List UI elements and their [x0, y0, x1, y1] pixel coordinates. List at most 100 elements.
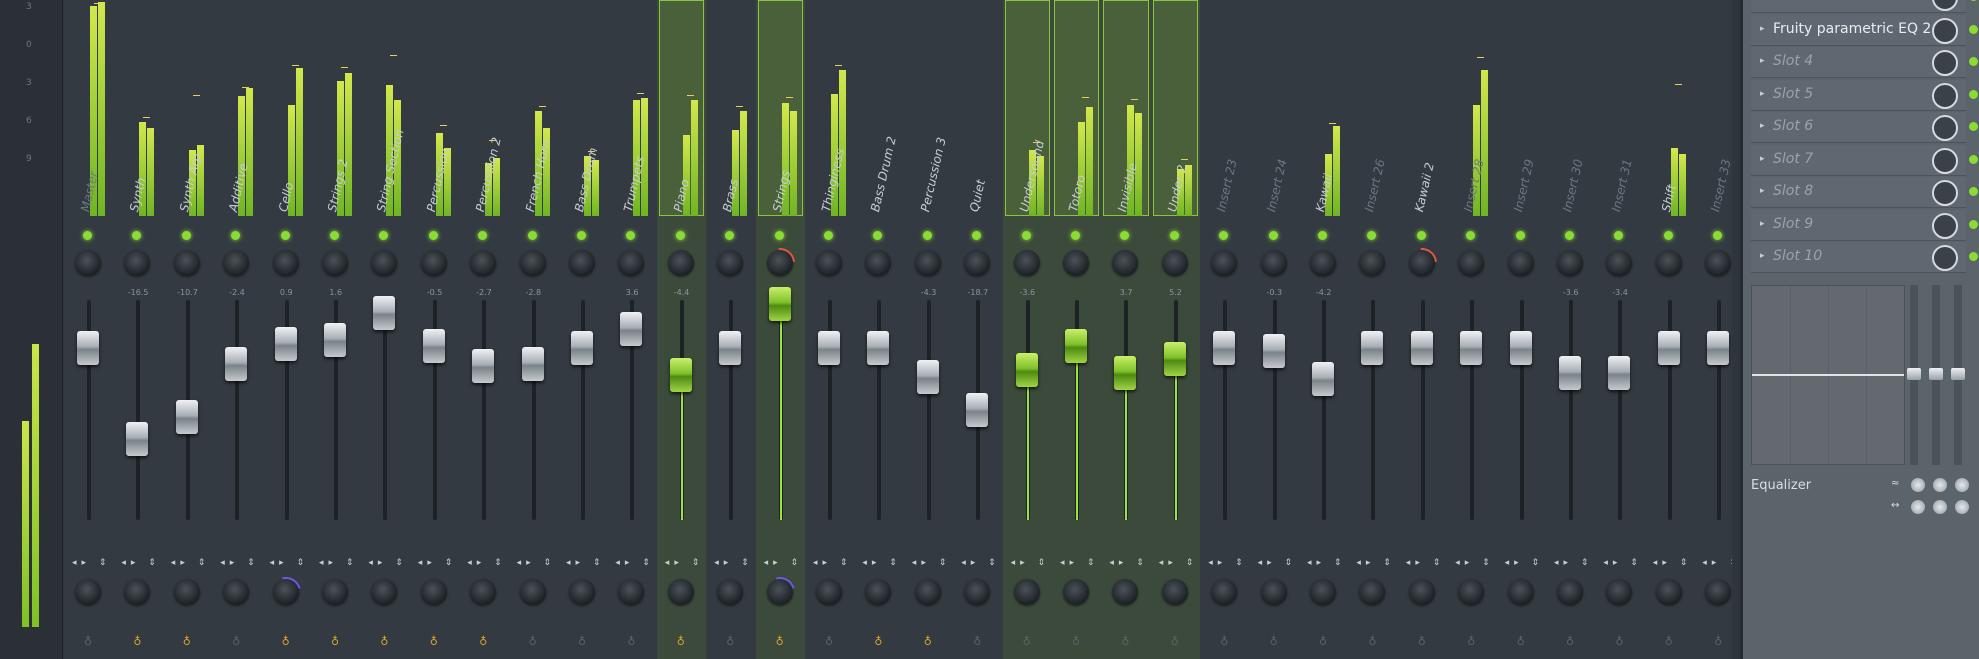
track-enable-led[interactable]	[1268, 231, 1278, 240]
route-to-master-icon[interactable]: ♁	[1220, 635, 1230, 648]
swap-arrows-icon[interactable]: ◂▸ ⇕	[1554, 558, 1593, 568]
swap-arrows-icon[interactable]: ◂▸ ⇕	[961, 558, 1000, 568]
mixer-track[interactable]: Totoro ◂▸ ⇕ ♁	[1052, 0, 1103, 659]
effect-slot-name[interactable]: Slot 10	[1773, 248, 1822, 264]
slot-enable-led[interactable]	[1969, 154, 1978, 164]
route-to-master-icon[interactable]: ♁	[924, 635, 934, 648]
volume-fader[interactable]	[1312, 362, 1334, 397]
stereo-separation-knob[interactable]	[124, 579, 151, 605]
pan-knob[interactable]	[124, 250, 151, 276]
swap-arrows-icon[interactable]: ◂▸ ⇕	[467, 558, 506, 568]
swap-arrows-icon[interactable]: ◂▸ ⇕	[1653, 558, 1692, 568]
pan-knob[interactable]	[1507, 250, 1534, 276]
expand-arrow-icon[interactable]: ▸	[1760, 0, 1765, 1]
track-enable-led[interactable]	[1120, 231, 1130, 240]
pan-knob[interactable]	[667, 250, 694, 276]
swap-arrows-icon[interactable]: ◂▸ ⇕	[319, 558, 358, 568]
volume-fader[interactable]	[1559, 355, 1581, 390]
pan-knob[interactable]	[914, 250, 941, 276]
route-to-master-icon[interactable]: ♁	[1171, 635, 1181, 648]
stereo-separation-knob[interactable]	[569, 579, 595, 605]
pan-knob[interactable]	[1310, 250, 1336, 276]
swap-arrows-icon[interactable]: ◂▸ ⇕	[1011, 558, 1050, 568]
volume-fader[interactable]	[571, 331, 593, 366]
pan-knob[interactable]	[964, 250, 991, 276]
mixer-track[interactable]: Percussion 2 -2.7 ◂▸ ⇕ ♁	[459, 0, 510, 659]
track-enable-led[interactable]	[1713, 231, 1723, 240]
stereo-separation-knob[interactable]	[816, 579, 842, 605]
eq-knob-2[interactable]	[1933, 478, 1947, 492]
eq-band-fader-1[interactable]	[1907, 285, 1921, 465]
track-enable-led[interactable]	[725, 231, 735, 240]
mixer-track[interactable]: Kawaii -4.2 ◂▸ ⇕ ♁	[1299, 0, 1350, 659]
stereo-separation-knob[interactable]	[1260, 579, 1287, 605]
route-to-master-icon[interactable]: ♁	[380, 635, 390, 648]
route-to-master-icon[interactable]: ♁	[1517, 635, 1527, 648]
track-enable-led[interactable]	[231, 231, 241, 240]
pan-knob[interactable]	[519, 250, 546, 276]
volume-fader[interactable]	[1608, 355, 1631, 390]
mixer-track[interactable]: Additive -2.4 ◂▸ ⇕ ♁	[212, 0, 263, 659]
mixer-track[interactable]: Insert 33◂▸ ⇕♁	[1694, 0, 1732, 659]
effect-slot-name[interactable]: Slot 4	[1773, 53, 1813, 69]
track-enable-led[interactable]	[1219, 231, 1229, 240]
volume-fader[interactable]	[472, 349, 495, 383]
expand-arrow-icon[interactable]: ▸	[1760, 251, 1765, 261]
eq-knob-4[interactable]	[1911, 500, 1925, 514]
volume-fader[interactable]	[1163, 342, 1186, 377]
route-to-master-icon[interactable]: ♁	[1072, 635, 1082, 648]
pan-knob[interactable]	[618, 250, 645, 276]
pan-knob[interactable]	[816, 250, 842, 276]
stereo-separation-knob[interactable]	[1557, 579, 1583, 605]
equalizer-display[interactable]	[1751, 285, 1905, 465]
mixer-track[interactable]: Thinginess ◂▸ ⇕ ♁	[805, 0, 856, 659]
mix-level-knob[interactable]	[1932, 82, 1958, 109]
swap-arrows-icon[interactable]: ◂▸ ⇕	[1109, 558, 1148, 568]
mixer-track[interactable]: Trumpets 3.6 ◂▸ ⇕ ♁	[607, 0, 658, 659]
mix-level-knob[interactable]	[1932, 245, 1958, 271]
stereo-separation-knob[interactable]	[1310, 579, 1336, 605]
volume-fader[interactable]	[324, 322, 346, 357]
volume-fader[interactable]	[669, 357, 692, 392]
effect-slot[interactable]: ▸ Slot 10	[1751, 242, 1978, 273]
pan-knob[interactable]	[1705, 250, 1732, 276]
mixer-track[interactable]: Cello 0.9 ◂▸ ⇕ ♁	[261, 0, 312, 659]
swap-arrows-icon[interactable]: ◂▸ ⇕	[1505, 558, 1544, 568]
pan-knob[interactable]	[1211, 250, 1238, 276]
track-enable-led[interactable]	[1169, 231, 1179, 240]
swap-arrows-icon[interactable]: ◂▸ ⇕	[368, 558, 407, 568]
mixer-track[interactable]: Insert 29 ◂▸ ⇕ ♁	[1496, 0, 1547, 659]
stereo-separation-knob[interactable]	[865, 579, 892, 605]
effect-slot[interactable]: ▸ Slot 5	[1751, 79, 1978, 111]
swap-arrows-icon[interactable]: ◂▸ ⇕	[418, 558, 457, 568]
volume-fader[interactable]	[1509, 331, 1532, 366]
volume-fader[interactable]	[719, 331, 742, 366]
track-enable-led[interactable]	[379, 231, 389, 240]
route-to-master-icon[interactable]: ♁	[627, 635, 637, 648]
volume-fader[interactable]	[225, 346, 248, 381]
route-to-master-icon[interactable]: ♁	[825, 635, 835, 648]
pan-knob[interactable]	[1458, 250, 1485, 276]
stereo-separation-knob[interactable]	[618, 579, 645, 605]
track-enable-led[interactable]	[1614, 231, 1624, 240]
swap-arrows-icon[interactable]: ◂▸ ⇕	[1702, 558, 1732, 568]
mixer-track[interactable]: Insert 28 ◂▸ ⇕ ♁	[1447, 0, 1498, 659]
pan-knob[interactable]	[322, 250, 348, 276]
route-to-master-icon[interactable]: ♁	[1121, 635, 1131, 648]
stereo-separation-knob[interactable]	[1161, 579, 1188, 605]
route-to-master-icon[interactable]: ♁	[1665, 635, 1675, 648]
mixer-track[interactable]: Strings 2 1.6 ◂▸ ⇕ ♁	[311, 0, 362, 659]
stereo-separation-knob[interactable]	[1705, 579, 1732, 605]
effect-slot[interactable]: ▸ Slot 7	[1751, 144, 1978, 176]
track-enable-led[interactable]	[873, 231, 883, 240]
expand-arrow-icon[interactable]: ▸	[1760, 121, 1765, 131]
stereo-separation-knob[interactable]	[914, 579, 941, 605]
slot-enable-led[interactable]	[1969, 89, 1978, 99]
pan-knob[interactable]	[758, 241, 801, 285]
stereo-separation-knob[interactable]	[420, 579, 447, 605]
mixer-track[interactable]: Synth Arp -10.7 ◂▸ ⇕ ♁	[162, 0, 214, 659]
swap-arrows-icon[interactable]: ◂▸ ⇕	[1455, 558, 1494, 568]
pan-knob[interactable]	[717, 250, 744, 276]
expand-arrow-icon[interactable]: ▸	[1760, 56, 1765, 66]
mixer-track[interactable]: Insert 31 -3.4 ◂▸ ⇕ ♁	[1595, 0, 1646, 659]
